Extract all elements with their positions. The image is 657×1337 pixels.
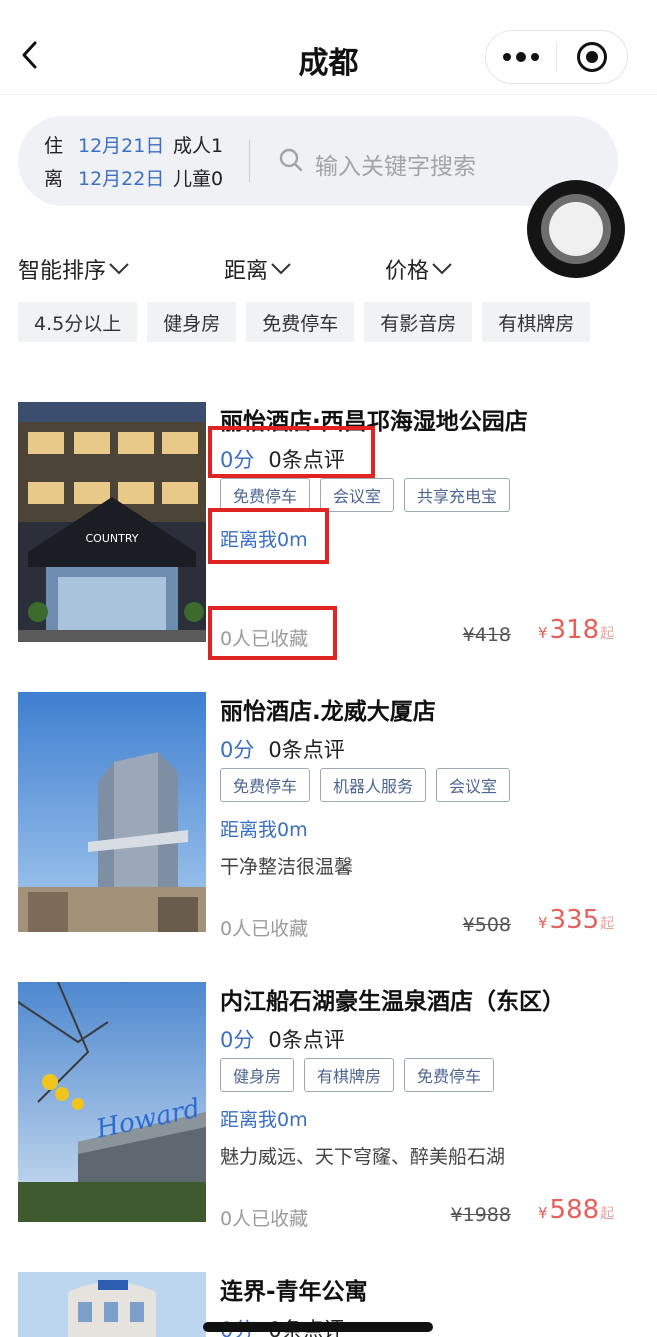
close-mini-program-button[interactable] <box>557 31 627 83</box>
hotel-tag: 免费停车 <box>404 1058 495 1092</box>
hotel-tag: 免费停车 <box>220 478 311 512</box>
hotel-description: 魅力威远、天下穹窿、醉美船石湖 <box>220 1146 506 1168</box>
currency-symbol: ¥ <box>538 1204 548 1222</box>
rating-row: 0分 0条点评 <box>220 734 345 764</box>
price-suffix: 起 <box>600 626 615 642</box>
record-icon <box>576 42 607 72</box>
price-value: 335 <box>549 905 600 935</box>
sort-label: 距离 <box>224 259 269 284</box>
price-value: 318 <box>549 615 600 645</box>
favorite-count: 0人已收藏 <box>220 918 309 940</box>
hotel-price: ¥ 318 起 <box>538 615 614 645</box>
sort-distance[interactable]: 距离 <box>224 253 292 285</box>
hotel-score: 0分 <box>220 1028 255 1052</box>
search-icon <box>279 148 303 172</box>
hotel-photo <box>18 692 206 932</box>
checkin-label: 住 <box>44 135 64 157</box>
hotel-card[interactable]: Howard 内江船石湖豪生温泉酒店（东区） 0分 0条点评 健身房 有棋牌房 … <box>0 982 657 1242</box>
hotel-description: 干净整洁很温馨 <box>220 856 354 878</box>
hotel-tags: 免费停车 机器人服务 会议室 <box>220 768 511 802</box>
review-count: 0条点评 <box>268 1028 345 1052</box>
search-panel: 住 12月21日 成人1 离 12月22日 儿童0 输入关键字搜索 <box>18 116 618 206</box>
filter-chip[interactable]: 有棋牌房 <box>482 302 591 342</box>
hotel-name: 连界-青年公寓 <box>220 1279 368 1305</box>
sort-price[interactable]: 价格 <box>385 253 453 285</box>
sort-smart[interactable]: 智能排序 <box>18 253 130 285</box>
chevron-down-icon <box>432 263 452 275</box>
home-indicator <box>203 1322 433 1332</box>
highlight-box <box>208 426 375 478</box>
filter-chip[interactable]: 4.5分以上 <box>18 302 138 342</box>
hotel-tag: 会议室 <box>436 768 511 802</box>
floating-assistive-ball[interactable] <box>527 180 625 278</box>
filter-chip[interactable]: 有影音房 <box>364 302 473 342</box>
checkout-label: 离 <box>44 168 64 190</box>
adults-count: 成人1 <box>173 135 224 157</box>
hotel-sign-text: COUNTRY <box>86 532 139 545</box>
hotel-tag: 会议室 <box>320 478 395 512</box>
hotel-tags: 免费停车 会议室 共享充电宝 <box>220 478 511 512</box>
currency-symbol: ¥ <box>538 624 548 642</box>
review-count: 0条点评 <box>268 738 345 762</box>
favorite-count: 0人已收藏 <box>220 1208 309 1230</box>
filter-chip[interactable]: 健身房 <box>147 302 237 342</box>
highlight-box <box>208 606 337 660</box>
hotel-photo: COUNTRY <box>18 402 206 642</box>
more-icon <box>503 52 539 62</box>
more-button[interactable] <box>486 31 556 83</box>
hotel-tag: 共享充电宝 <box>404 478 511 512</box>
price-suffix: 起 <box>600 916 615 932</box>
original-price: ¥418 <box>462 624 511 646</box>
hotel-price: ¥ 335 起 <box>538 905 614 935</box>
checkout-date: 12月22日 <box>78 168 165 190</box>
highlight-box <box>208 508 329 564</box>
search-input[interactable]: 输入关键字搜索 <box>315 147 476 181</box>
hotel-distance: 距离我0m <box>220 819 308 841</box>
hotel-tag: 健身房 <box>220 1058 295 1092</box>
children-count: 儿童0 <box>173 168 224 190</box>
hotel-name: 内江船石湖豪生温泉酒店（东区） <box>220 989 565 1015</box>
currency-symbol: ¥ <box>538 914 548 932</box>
checkout-row[interactable]: 离 12月22日 儿童0 <box>44 164 223 191</box>
sort-label: 智能排序 <box>18 259 107 284</box>
hotel-card[interactable]: 丽怡酒店.龙威大厦店 0分 0条点评 免费停车 机器人服务 会议室 距离我0m … <box>0 692 657 952</box>
divider <box>249 140 250 182</box>
price-value: 588 <box>549 1195 600 1225</box>
hotel-name: 丽怡酒店.龙威大厦店 <box>220 699 436 725</box>
checkin-row[interactable]: 住 12月21日 成人1 <box>44 131 223 158</box>
sort-label: 价格 <box>385 259 430 284</box>
checkin-date: 12月21日 <box>78 135 165 157</box>
hotel-price: ¥ 588 起 <box>538 1195 614 1225</box>
chevron-down-icon <box>109 263 129 275</box>
original-price: ¥508 <box>462 914 511 936</box>
mini-program-capsule <box>485 30 628 84</box>
filter-chip[interactable]: 免费停车 <box>246 302 355 342</box>
hotel-tag: 免费停车 <box>220 768 311 802</box>
hotel-score: 0分 <box>220 738 255 762</box>
filter-chips: 4.5分以上 健身房 免费停车 有影音房 有棋牌房 <box>18 302 591 342</box>
hotel-card[interactable]: COUNTRY 丽怡酒店·西昌邛海湿地公园店 0分 0条点评 免费停车 会议室 … <box>0 402 657 662</box>
hotel-tag: 有棋牌房 <box>304 1058 395 1092</box>
hotel-distance: 距离我0m <box>220 1109 308 1131</box>
hotel-tag: 机器人服务 <box>320 768 427 802</box>
price-suffix: 起 <box>600 1206 615 1222</box>
hotel-tags: 健身房 有棋牌房 免费停车 <box>220 1058 495 1092</box>
original-price: ¥1988 <box>450 1204 511 1226</box>
hotel-photo <box>18 1272 206 1337</box>
hotel-photo: Howard <box>18 982 206 1222</box>
chevron-down-icon <box>271 263 291 275</box>
navigation-bar: 成都 <box>0 0 657 95</box>
rating-row: 0分 0条点评 <box>220 1024 345 1054</box>
